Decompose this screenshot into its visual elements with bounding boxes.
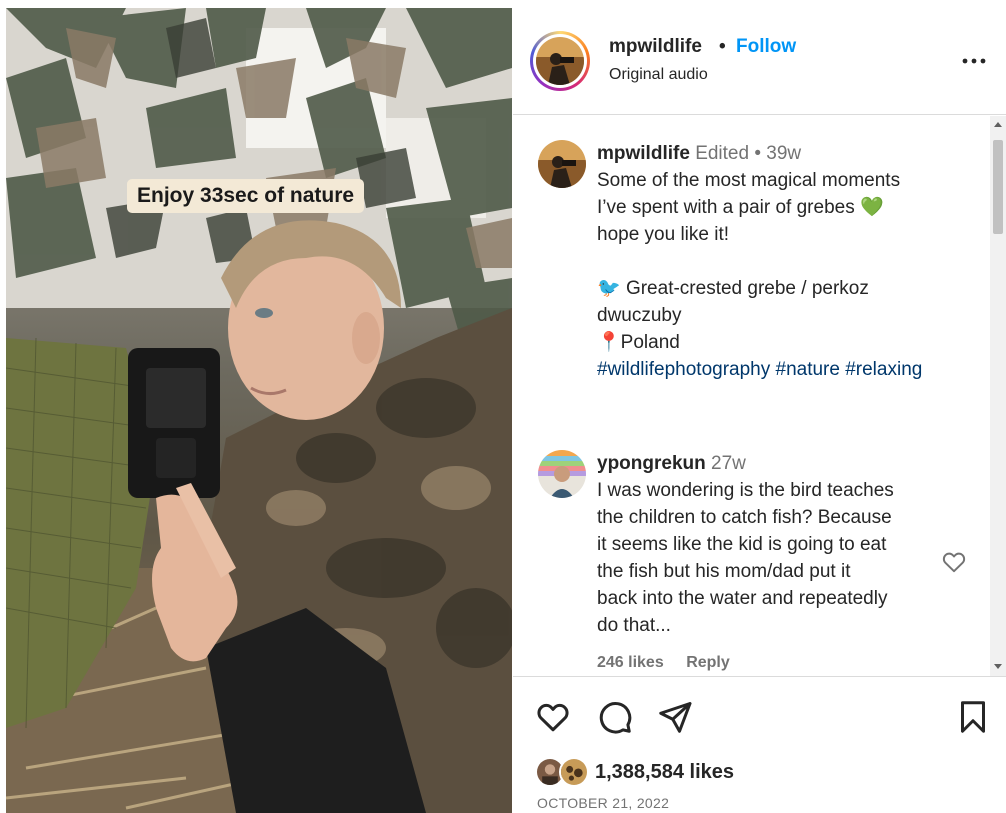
comment-icon[interactable] bbox=[597, 699, 633, 735]
caption-text: mpwildlife Edited • 39w Some of the most… bbox=[597, 140, 922, 383]
more-horizontal-icon[interactable] bbox=[959, 46, 989, 76]
species-line-2: dwuczuby bbox=[597, 305, 682, 326]
caption-author-avatar[interactable] bbox=[538, 140, 586, 188]
comments-list[interactable]: mpwildlife Edited • 39w Some of the most… bbox=[513, 116, 1006, 676]
video-overlay-text: Enjoy 33sec of nature bbox=[127, 179, 365, 213]
caption-age[interactable]: 39w bbox=[766, 143, 801, 164]
comment-line-2: the children to catch fish? Because bbox=[597, 507, 892, 528]
liker-avatar-2[interactable] bbox=[559, 757, 589, 787]
share-icon[interactable] bbox=[657, 699, 693, 735]
caption-username[interactable]: mpwildlife bbox=[597, 143, 690, 164]
comment-line-3: it seems like the kid is going to eat bbox=[597, 534, 887, 555]
audio-link[interactable]: Original audio bbox=[609, 66, 708, 84]
author-username[interactable]: mpwildlife bbox=[609, 36, 702, 58]
post-actions: 1,388,584 likes OCTOBER 21, 2022 bbox=[513, 676, 1006, 813]
hashtags[interactable]: #wildlifephotography #nature #relaxing bbox=[597, 356, 922, 383]
green-heart-emoji: 💚 bbox=[859, 197, 884, 218]
comment-likes[interactable]: 246 likes bbox=[597, 654, 664, 671]
caption-separator: • bbox=[754, 143, 761, 164]
bookmark-icon[interactable] bbox=[955, 699, 991, 735]
follow-button[interactable]: Follow bbox=[736, 36, 796, 58]
location-text: Poland bbox=[620, 332, 680, 353]
post-date[interactable]: OCTOBER 21, 2022 bbox=[537, 795, 669, 811]
heart-icon[interactable] bbox=[535, 699, 571, 735]
comment-age[interactable]: 27w bbox=[711, 453, 746, 474]
commenter-username[interactable]: ypongrekun bbox=[597, 453, 706, 474]
caption-line-3: hope you like it! bbox=[597, 224, 730, 245]
comment-like-heart-icon[interactable] bbox=[941, 549, 967, 575]
comment-line-4: the fish but his mom/dad put it bbox=[597, 561, 851, 582]
caption-line-1: Some of the most magical moments bbox=[597, 170, 901, 191]
post-header: mpwildlife • Follow Original audio bbox=[513, 8, 1006, 115]
pin-emoji: 📍 bbox=[597, 332, 621, 353]
reel-video[interactable]: Enjoy 33sec of nature bbox=[6, 8, 512, 813]
author-avatar-story-ring[interactable] bbox=[530, 31, 590, 91]
bird-emoji: 🐦 bbox=[597, 278, 621, 299]
scroll-down-arrow-icon[interactable] bbox=[994, 664, 1002, 669]
post-panel: mpwildlife • Follow Original audio mpwil… bbox=[513, 8, 1006, 813]
reply-button[interactable]: Reply bbox=[686, 654, 730, 671]
comments-scrollbar[interactable] bbox=[990, 116, 1006, 676]
comment-text: ypongrekun 27w I was wondering is the bi… bbox=[597, 450, 894, 639]
caption-edited: Edited bbox=[695, 143, 750, 164]
scroll-thumb[interactable] bbox=[993, 140, 1003, 234]
likes-count[interactable]: 1,388,584 likes bbox=[595, 757, 734, 787]
scroll-up-arrow-icon[interactable] bbox=[994, 122, 1002, 127]
comment-line-5: back into the water and repeatedly bbox=[597, 588, 888, 609]
comment-line-6: do that... bbox=[597, 615, 671, 636]
avatar bbox=[536, 37, 584, 85]
video-frame bbox=[6, 8, 512, 813]
header-separator: • bbox=[719, 36, 726, 57]
comment-line-1: I was wondering is the bird teaches bbox=[597, 480, 894, 501]
commenter-avatar[interactable] bbox=[538, 450, 586, 498]
comment-footer: 246 likes Reply bbox=[597, 654, 748, 672]
caption-line-2: I’ve spent with a pair of grebes bbox=[597, 197, 855, 218]
species-line-1: Great-crested grebe / perkoz bbox=[625, 278, 869, 299]
